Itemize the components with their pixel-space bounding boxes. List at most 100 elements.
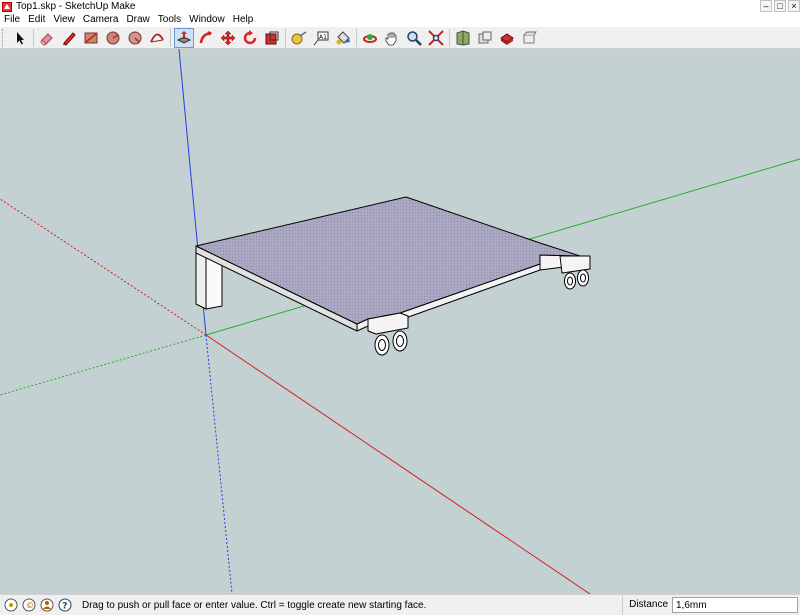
front-casters: [374, 330, 408, 356]
sketchup-window: Top1.skp - SketchUp Make – □ × File Edit…: [0, 0, 800, 615]
window-title: Top1.skp - SketchUp Make: [16, 1, 136, 12]
toolbar-separator: [33, 28, 34, 47]
right-casters: [564, 269, 589, 290]
eraser-tool-button[interactable]: [37, 28, 57, 48]
geo-location-button[interactable]: [4, 598, 18, 612]
move-tool-button[interactable]: [218, 28, 238, 48]
components-icon: [523, 31, 537, 43]
table-model: [195, 196, 591, 335]
move-icon: [220, 30, 236, 45]
line-tool-button[interactable]: [59, 28, 79, 48]
push-pull-tool-button[interactable]: [174, 27, 194, 48]
toolbar-separator: [356, 28, 357, 47]
front-wheel-left-hub: [378, 339, 386, 351]
help-icon: ?: [58, 598, 72, 612]
polygon-icon: [128, 31, 142, 44]
menu-view[interactable]: View: [49, 13, 79, 27]
status-bar: © ? Drag to push or pull face or enter v…: [0, 594, 800, 615]
credits-icon: ©: [22, 598, 36, 612]
menu-bar: File Edit View Camera Draw Tools Window …: [0, 13, 800, 27]
maximize-button[interactable]: □: [774, 0, 786, 12]
menu-help[interactable]: Help: [229, 13, 258, 27]
scale-icon: [265, 31, 279, 44]
extension-warehouse-button[interactable]: [497, 28, 517, 48]
toolbar-grip[interactable]: [2, 28, 6, 47]
minimize-button[interactable]: –: [760, 0, 772, 12]
menu-camera[interactable]: Camera: [79, 13, 123, 27]
menu-edit[interactable]: Edit: [24, 13, 49, 27]
getting-started-toolbar: A1: [0, 27, 800, 49]
zoom-extents-icon: [428, 29, 444, 46]
text-tool-button[interactable]: A1: [311, 28, 331, 48]
red-axis-positive: [205, 334, 591, 594]
arc-tool-button[interactable]: [147, 28, 167, 48]
svg-text:©: ©: [26, 601, 34, 610]
scale-tool-button[interactable]: [262, 28, 282, 48]
right-wheel-right-hub: [580, 273, 586, 283]
arrow-icon: [17, 31, 24, 44]
rectangle-icon: [84, 32, 98, 43]
menu-tools[interactable]: Tools: [154, 13, 185, 27]
svg-text:A1: A1: [319, 34, 327, 41]
rotate-tool-button[interactable]: [240, 28, 260, 48]
share-model-button[interactable]: [475, 28, 495, 48]
rectangle-tool-button[interactable]: [81, 28, 101, 48]
right-wheel-left-hub: [567, 276, 573, 286]
window-controls: – □ ×: [758, 0, 800, 13]
hand-icon: [385, 32, 397, 45]
follow-me-tool-button[interactable]: [196, 28, 216, 48]
geo-location-icon: [4, 598, 18, 612]
toolbar-separator: [449, 28, 450, 47]
share-model-icon: [478, 31, 492, 43]
magnifier-icon: [407, 30, 422, 46]
paint-bucket-tool-button[interactable]: [333, 28, 353, 48]
sketchup-logo-icon: [2, 1, 12, 12]
menu-file[interactable]: File: [0, 13, 24, 27]
title-bar: Top1.skp - SketchUp Make – □ ×: [0, 0, 800, 14]
select-tool-button[interactable]: [10, 28, 30, 48]
blue-axis-negative: [205, 334, 233, 594]
model-viewport[interactable]: [0, 49, 800, 594]
menu-draw[interactable]: Draw: [122, 13, 153, 27]
extension-icon: [500, 32, 514, 45]
zoom-tool-button[interactable]: [404, 28, 424, 48]
components-button[interactable]: [519, 28, 539, 48]
circle-icon: [106, 31, 120, 44]
pan-tool-button[interactable]: [382, 28, 402, 48]
close-button[interactable]: ×: [788, 0, 800, 12]
follow-me-icon: [199, 30, 212, 43]
toolbar-separator: [170, 28, 171, 47]
tape-measure-icon: [291, 30, 307, 44]
text-icon: A1: [313, 31, 329, 45]
measurements-input[interactable]: 1,6mm: [672, 597, 798, 613]
3d-warehouse-button[interactable]: [453, 28, 473, 48]
zoom-extents-tool-button[interactable]: [426, 28, 446, 48]
orbit-icon: [363, 33, 377, 43]
menu-window[interactable]: Window: [185, 13, 229, 27]
arc-icon: [150, 33, 164, 42]
paint-bucket-icon: [336, 30, 350, 44]
sign-in-button[interactable]: [40, 598, 54, 612]
warehouse-icon: [456, 29, 470, 46]
push-pull-icon: [176, 30, 192, 44]
pencil-icon: [63, 31, 76, 46]
orbit-tool-button[interactable]: [360, 28, 380, 48]
measurements-box: Distance 1,6mm: [622, 595, 800, 615]
measurements-label: Distance: [622, 595, 668, 615]
status-hint: Drag to push or pull face or enter value…: [82, 599, 427, 611]
polygon-tool-button[interactable]: [125, 28, 145, 48]
user-icon: [40, 598, 54, 612]
svg-text:?: ?: [62, 602, 67, 612]
circle-tool-button[interactable]: [103, 28, 123, 48]
front-wheel-right-hub: [396, 335, 404, 347]
green-axis-negative: [0, 334, 207, 396]
rotate-icon: [243, 29, 257, 44]
tape-measure-tool-button[interactable]: [289, 28, 309, 48]
credits-button[interactable]: ©: [22, 598, 36, 612]
instructor-button[interactable]: ?: [58, 598, 72, 612]
eraser-icon: [40, 32, 53, 46]
model-scene: [0, 49, 800, 594]
toolbar-separator: [285, 28, 286, 47]
slab-top-face: [195, 196, 581, 325]
red-axis-negative: [0, 198, 207, 336]
